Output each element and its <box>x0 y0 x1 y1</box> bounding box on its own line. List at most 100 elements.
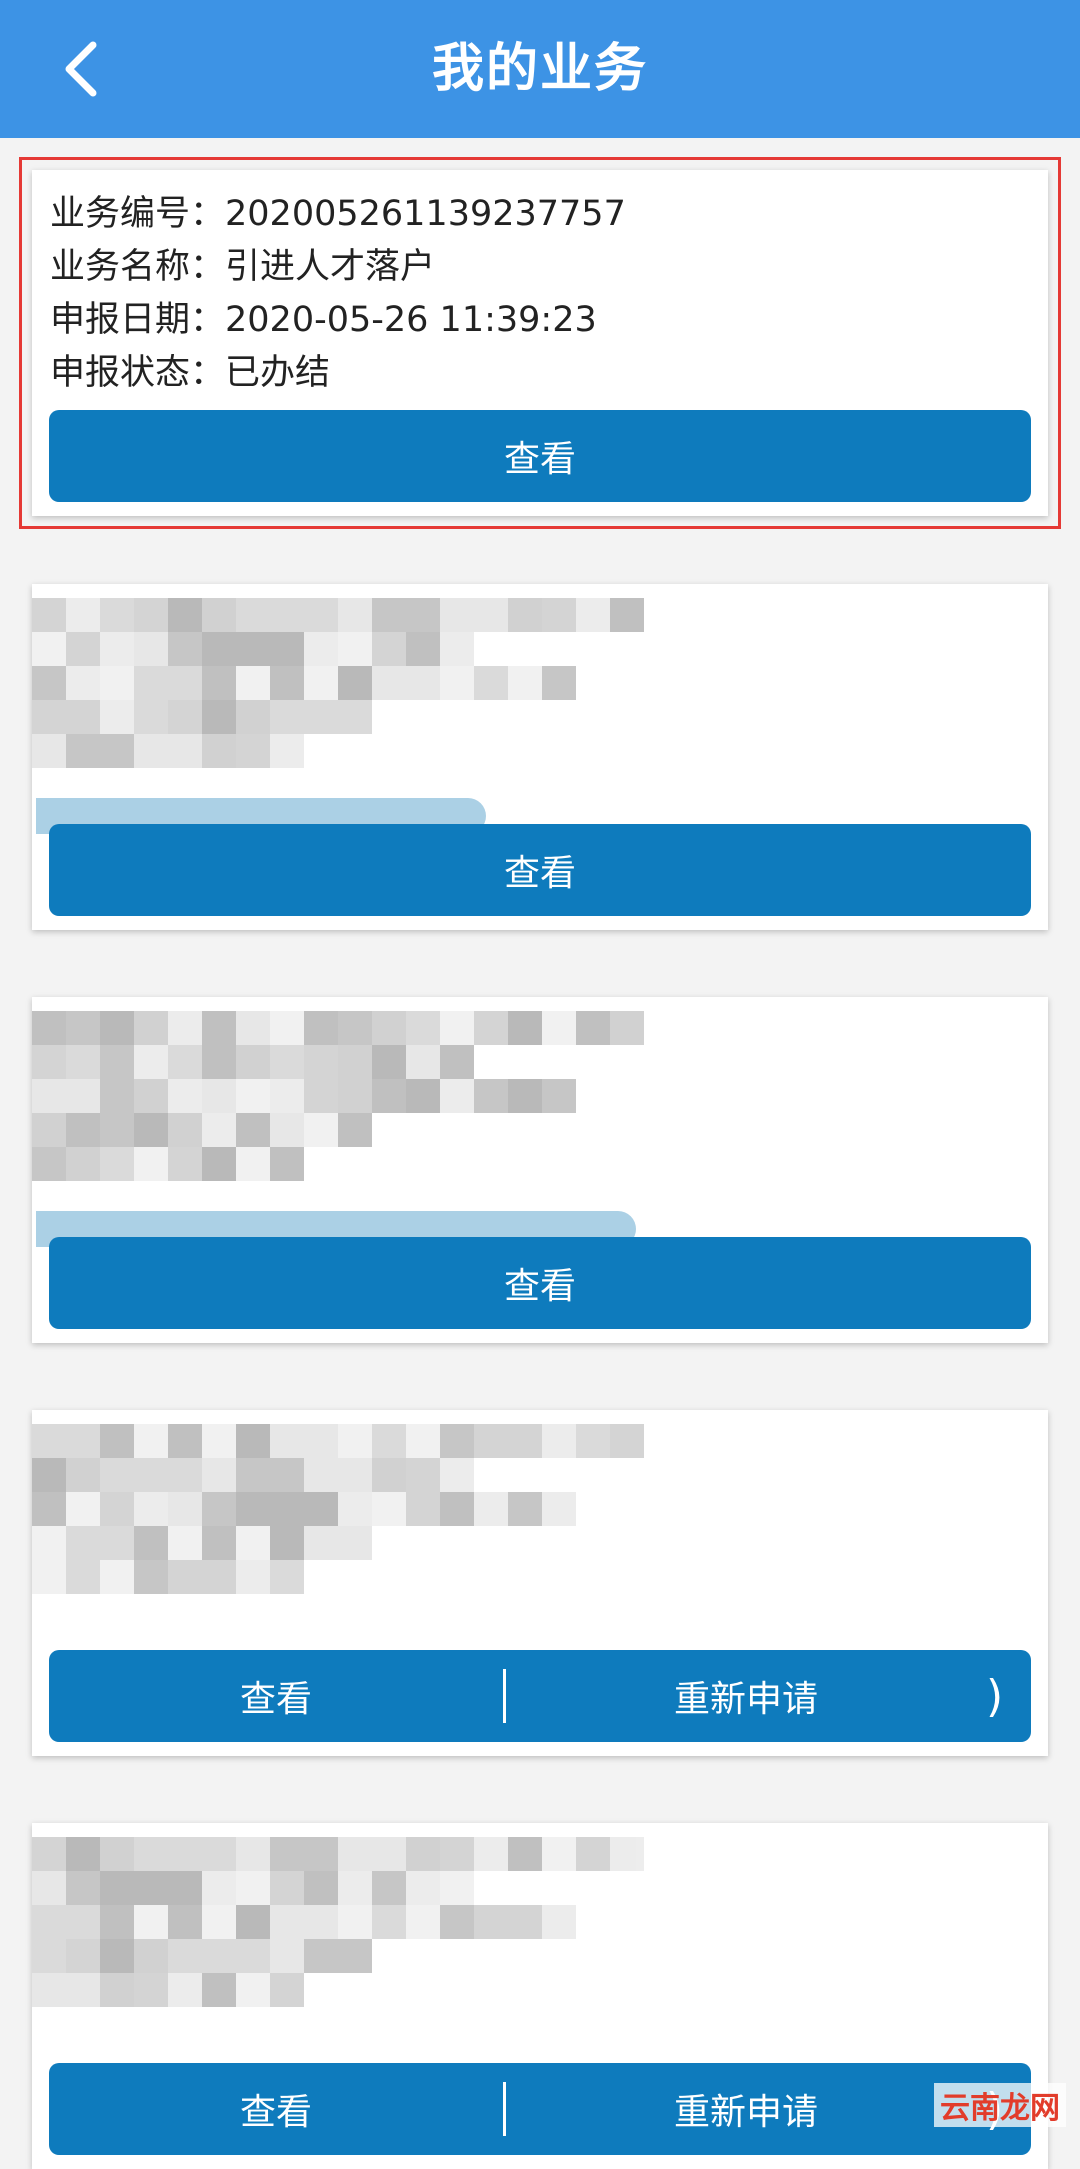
mosaic-cell <box>304 1973 338 2007</box>
mosaic-cell <box>270 1079 304 1113</box>
mosaic-cell <box>236 1973 270 2007</box>
mosaic-cell <box>372 598 406 632</box>
mosaic-cell <box>542 1973 576 2007</box>
mosaic-cell <box>168 666 202 700</box>
mosaic-cell <box>32 1871 66 1905</box>
mosaic-cell <box>202 734 236 768</box>
mosaic-cell <box>202 700 236 734</box>
mosaic-cell <box>474 734 508 768</box>
mosaic-cell <box>134 1837 168 1871</box>
mosaic-cell <box>474 1113 508 1147</box>
mosaic-cell <box>100 1079 134 1113</box>
view-button[interactable]: 查看 <box>49 824 1031 916</box>
blurred-info <box>32 1424 644 1650</box>
mosaic-cell <box>100 1871 134 1905</box>
mosaic-cell <box>576 1939 610 1973</box>
mosaic-cell <box>508 632 542 666</box>
mosaic-cell <box>474 1458 508 1492</box>
view-button[interactable]: 查看 <box>49 1237 1031 1329</box>
mosaic-cell <box>236 1424 270 1458</box>
mosaic-cell <box>508 1871 542 1905</box>
mosaic-cell <box>304 1492 338 1526</box>
mosaic-cell <box>440 1147 474 1181</box>
mosaic-cell <box>304 1424 338 1458</box>
mosaic-cell <box>338 734 372 768</box>
mosaic-cell <box>100 666 134 700</box>
mosaic-cell <box>270 734 304 768</box>
mosaic-cell <box>168 1113 202 1147</box>
mosaic-cell <box>270 1458 304 1492</box>
mosaic-cell <box>576 1973 610 2007</box>
apply-date-label: 申报日期： <box>50 300 226 340</box>
mosaic-cell <box>542 666 576 700</box>
mosaic-cell <box>134 1079 168 1113</box>
mosaic-cell <box>202 666 236 700</box>
mosaic-cell <box>134 1113 168 1147</box>
view-button[interactable]: 查看 <box>49 1650 503 1742</box>
mosaic-cell <box>440 632 474 666</box>
mosaic-cell <box>610 1905 644 1939</box>
mosaic-cell <box>236 1871 270 1905</box>
mosaic-cell <box>168 632 202 666</box>
mosaic-cell <box>542 1492 576 1526</box>
app-header: 我的业务 <box>0 0 1080 138</box>
mosaic-cell <box>372 1837 406 1871</box>
mosaic-cell <box>32 1045 66 1079</box>
mosaic-cell <box>168 734 202 768</box>
mosaic-cell <box>372 1973 406 2007</box>
mosaic-cell <box>474 1973 508 2007</box>
mosaic-cell <box>440 734 474 768</box>
mosaic-cell <box>338 1424 372 1458</box>
mosaic-cell <box>508 1424 542 1458</box>
mosaic-cell <box>168 1458 202 1492</box>
mosaic-cell <box>474 1045 508 1079</box>
mosaic-cell <box>372 1147 406 1181</box>
mosaic-cell <box>338 700 372 734</box>
mosaic-cell <box>576 598 610 632</box>
mosaic-cell <box>474 666 508 700</box>
mosaic-cell <box>168 1837 202 1871</box>
mosaic-cell <box>168 1526 202 1560</box>
business-card-5: 查看 重新申请 ) <box>32 1823 1048 2169</box>
mosaic-cell <box>66 666 100 700</box>
mosaic-cell <box>236 1837 270 1871</box>
mosaic-cell <box>202 632 236 666</box>
business-card-2: 查看 <box>32 584 1048 930</box>
mosaic-cell <box>508 1147 542 1181</box>
reapply-button[interactable]: 重新申请 <box>506 2063 986 2155</box>
mosaic-cell <box>542 1871 576 1905</box>
mosaic-cell <box>236 1147 270 1181</box>
mosaic-cell <box>406 1079 440 1113</box>
mosaic-cell <box>32 1939 66 1973</box>
mosaic-cell <box>168 1973 202 2007</box>
mosaic-cell <box>32 1492 66 1526</box>
mosaic-cell <box>32 1905 66 1939</box>
mosaic-cell <box>576 1011 610 1045</box>
mosaic-cell <box>134 1871 168 1905</box>
mosaic-cell <box>270 632 304 666</box>
mosaic-cell <box>304 734 338 768</box>
mosaic-cell <box>610 1045 644 1079</box>
mosaic-cell <box>406 1973 440 2007</box>
mosaic-cell <box>32 1837 66 1871</box>
mosaic-cell <box>440 666 474 700</box>
mosaic-cell <box>440 598 474 632</box>
mosaic-cell <box>440 1045 474 1079</box>
mosaic-cell <box>372 1079 406 1113</box>
mosaic-cell <box>542 1939 576 1973</box>
mosaic-cell <box>508 700 542 734</box>
blurred-info <box>32 1837 644 2063</box>
mosaic-cell <box>474 1560 508 1594</box>
mosaic-cell <box>508 1079 542 1113</box>
view-button[interactable]: 查看 <box>49 410 1031 502</box>
view-button[interactable]: 查看 <box>49 2063 503 2155</box>
mosaic-cell <box>508 1939 542 1973</box>
mosaic-cell <box>202 1492 236 1526</box>
mosaic-cell <box>440 1424 474 1458</box>
mosaic-cell <box>338 1871 372 1905</box>
mosaic-cell <box>440 1871 474 1905</box>
reapply-button[interactable]: 重新申请 <box>506 1650 986 1742</box>
mosaic-cell <box>576 734 610 768</box>
mosaic-cell <box>270 666 304 700</box>
mosaic-cell <box>100 1560 134 1594</box>
